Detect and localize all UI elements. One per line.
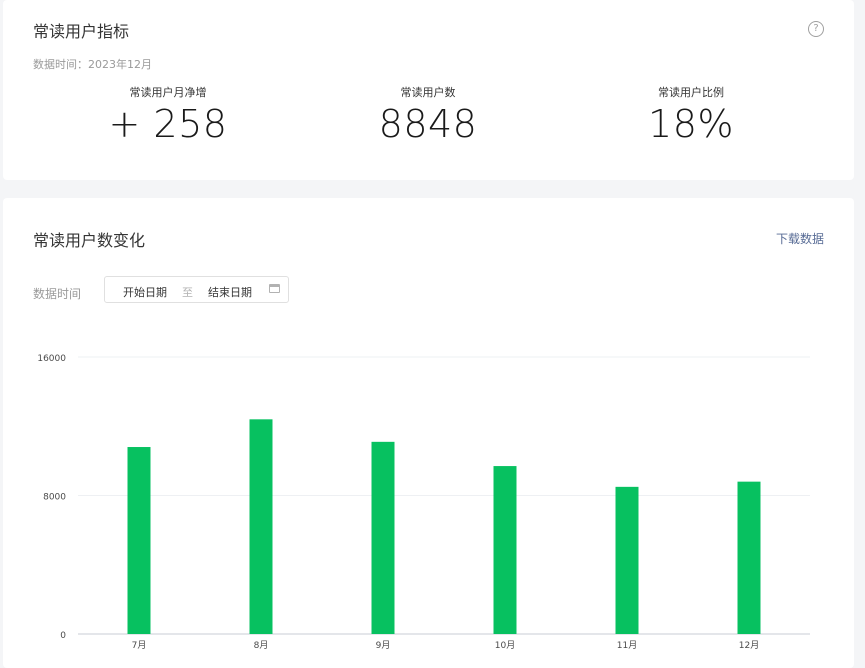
bar — [127, 447, 151, 634]
bar — [493, 466, 517, 634]
y-tick-label: 0 — [60, 631, 66, 641]
x-tick-label: 7月 — [132, 640, 147, 651]
bar — [615, 486, 639, 634]
x-tick-label: 11月 — [617, 640, 637, 651]
user-count-bar-chart: 0 8000 16000 7月 8月 9月 10月 11月 12月 — [37, 354, 810, 651]
y-tick-label: 16000 — [37, 354, 66, 364]
bar — [249, 419, 273, 634]
bar — [371, 441, 395, 634]
x-tick-label: 10月 — [495, 640, 515, 651]
x-tick-label: 9月 — [376, 640, 391, 651]
x-tick-label: 12月 — [739, 640, 759, 651]
bar — [737, 481, 761, 634]
x-tick-label: 8月 — [254, 640, 269, 651]
y-tick-label: 8000 — [43, 493, 66, 503]
